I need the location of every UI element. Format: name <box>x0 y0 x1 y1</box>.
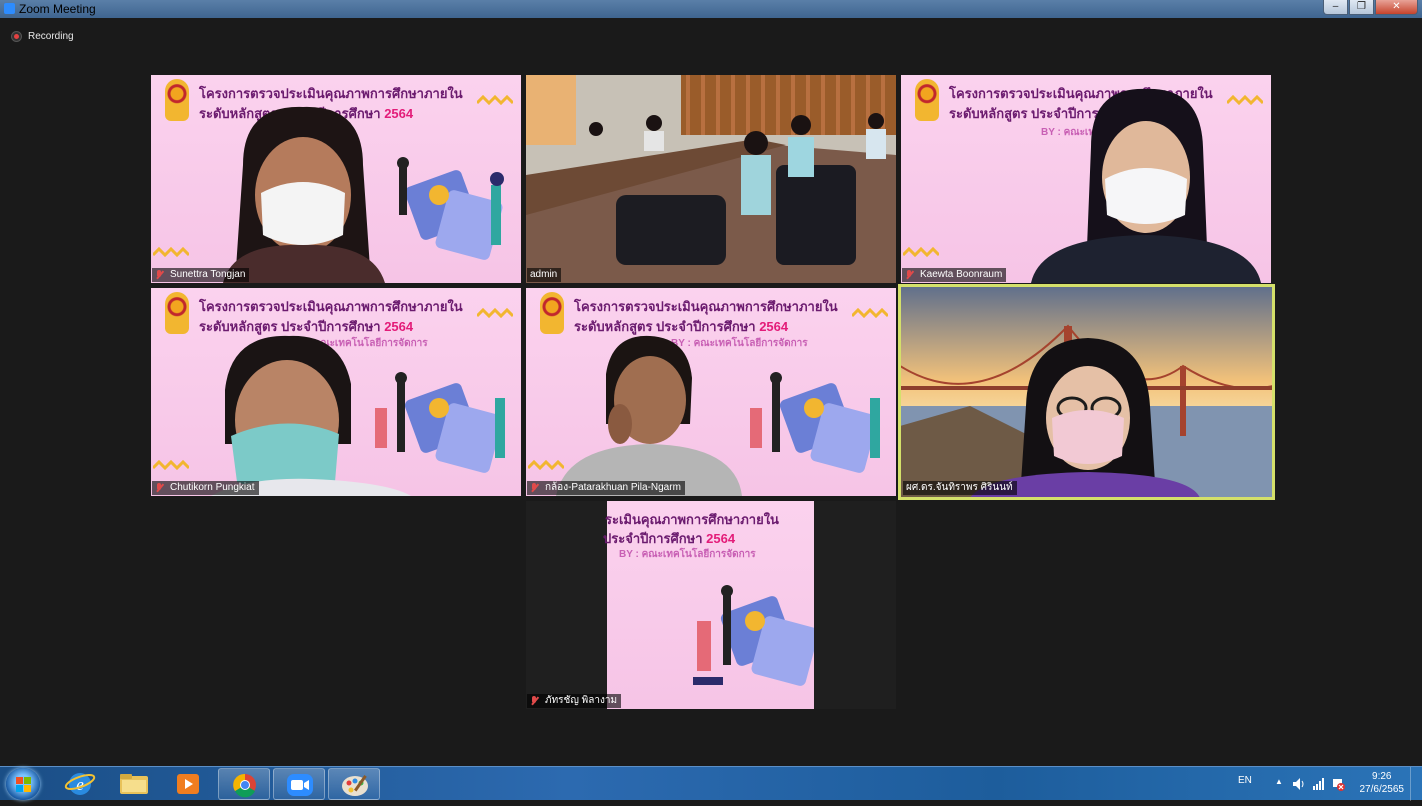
slide-title-line1: โครงการตรวจประเมินคุณภาพการศึกษาภายใน <box>574 299 838 314</box>
video-tile-kaewta[interactable]: โครงการตรวจประเมินคุณภาพการศึกษาภายใน ระ… <box>901 75 1271 283</box>
university-logo-icon <box>165 292 189 334</box>
participant-name-tag: Chutikorn Pungkiat <box>152 481 259 495</box>
recording-label: Recording <box>28 31 74 42</box>
maximize-button[interactable]: ❐ <box>1349 0 1374 15</box>
meeting-stage: Recording โครงการตรวจประเมินคุณภาพการศึก… <box>0 18 1422 766</box>
zoom-app-icon <box>4 3 15 14</box>
zigzag-decoration <box>477 308 513 318</box>
puzzle-illustration <box>750 372 880 473</box>
mic-muted-icon <box>155 483 164 493</box>
participant-name-tag: ผศ.ดร.จันทิราพร ศิรินนท์ <box>903 481 1017 495</box>
background-slide: ระเมินคุณภาพการศึกษาภายใน ประจำปีการศึกษ… <box>603 501 814 709</box>
participant-video <box>211 335 411 496</box>
participant-video <box>223 106 385 283</box>
zigzag-decoration <box>852 308 888 318</box>
slide-title-line2: ประจำปีการศึกษา 2564 <box>603 531 736 546</box>
university-logo-icon <box>540 292 564 334</box>
paint-icon[interactable] <box>328 768 380 800</box>
zigzag-decoration <box>153 247 189 257</box>
slide-by-line: BY : คณะเทคโนโลยีการจัดการ <box>619 549 756 560</box>
mic-muted-icon <box>155 270 164 280</box>
participant-name-tag: กล้อง-Patarakhuan Pila-Ngarm <box>527 481 685 495</box>
participant-name-tag: admin <box>527 268 562 282</box>
mic-muted-icon <box>530 696 539 706</box>
network-signal-icon[interactable] <box>1312 777 1326 791</box>
video-tile-active-speaker[interactable]: ผศ.ดร.จันทิราพร ศิรินนท์ <box>898 284 1275 500</box>
window-controls: – ❐ ✕ <box>1322 0 1418 17</box>
close-button[interactable]: ✕ <box>1375 0 1418 15</box>
volume-icon[interactable] <box>1292 777 1306 791</box>
internet-explorer-icon[interactable]: e <box>54 768 106 800</box>
participant-video <box>900 286 1273 498</box>
system-clock[interactable]: 9:26 27/6/2565 <box>1360 770 1405 796</box>
zigzag-decoration <box>153 460 189 470</box>
slide-title-line1: ระเมินคุณภาพการศึกษาภายใน <box>605 512 779 527</box>
window-title: Zoom Meeting <box>19 2 96 16</box>
zoom-icon[interactable] <box>273 768 325 800</box>
participant-video <box>526 75 896 283</box>
zigzag-decoration <box>903 247 939 257</box>
window-titlebar[interactable]: Zoom Meeting – ❐ ✕ <box>0 0 1422 18</box>
video-tile-sunettra[interactable]: โครงการตรวจประเมินคุณภาพการศึกษาภายใน ระ… <box>151 75 521 283</box>
windows-start-button[interactable] <box>6 768 40 800</box>
media-player-icon[interactable] <box>162 768 214 800</box>
participant-name-tag: Sunettra Tongjan <box>152 268 250 282</box>
video-tile-admin[interactable]: admin <box>526 75 896 283</box>
participant-video <box>1031 88 1261 283</box>
puzzle-illustration <box>693 585 814 686</box>
action-center-flag-icon[interactable] <box>1331 777 1345 791</box>
windows-taskbar: e EN ▲ 9:26 27/6/2565 <box>0 766 1422 801</box>
zigzag-decoration <box>477 95 513 105</box>
participant-name-tag: ภัทรชัญ พิลางาม <box>527 694 622 708</box>
university-logo-icon <box>915 79 939 121</box>
video-tile-chutikorn[interactable]: โครงการตรวจประเมินคุณภาพการศึกษาภายใน ระ… <box>151 288 521 496</box>
show-desktop-button[interactable] <box>1410 767 1422 801</box>
university-logo-icon <box>165 79 189 121</box>
record-icon <box>11 31 22 42</box>
clock-date: 27/6/2565 <box>1359 784 1405 795</box>
participant-name-tag: Kaewta Boonraum <box>902 268 1007 282</box>
clock-time: 9:26 <box>1372 771 1392 782</box>
system-tray: EN ▲ 9:26 27/6/2565 <box>1222 767 1422 801</box>
file-explorer-icon[interactable] <box>108 768 160 800</box>
video-tile-phatcharan[interactable]: ระเมินคุณภาพการศึกษาภายใน ประจำปีการศึกษ… <box>526 501 896 709</box>
slide-title-line1: โครงการตรวจประเมินคุณภาพการศึกษาภายใน <box>199 299 463 314</box>
mic-muted-icon <box>905 270 914 280</box>
show-hidden-icons-chevron-icon[interactable]: ▲ <box>1275 777 1283 786</box>
participant-video <box>556 335 742 496</box>
minimize-button[interactable]: – <box>1323 0 1348 15</box>
mic-muted-icon <box>530 483 539 493</box>
chrome-icon[interactable] <box>218 768 270 800</box>
slide-title-line1: โครงการตรวจประเมินคุณภาพการศึกษาภายใน <box>199 86 463 101</box>
language-indicator[interactable]: EN <box>1238 775 1252 786</box>
video-tile-patarakhuan[interactable]: โครงการตรวจประเมินคุณภาพการศึกษาภายใน ระ… <box>526 288 896 496</box>
recording-indicator[interactable]: Recording <box>11 31 74 42</box>
